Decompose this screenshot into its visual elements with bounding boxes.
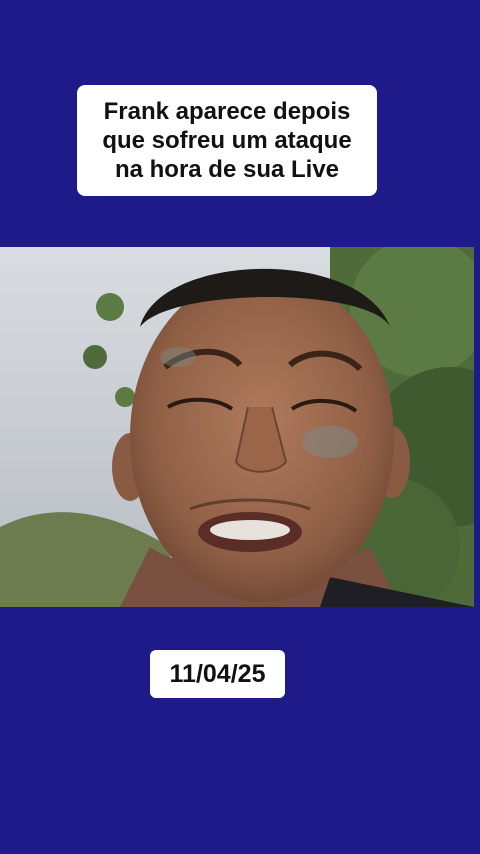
headline-line-2: que sofreu um ataque: [102, 127, 352, 154]
headline-line-3: na hora de sua Live: [114, 156, 340, 183]
headline-caption: Frank aparece depois que sofreu um ataqu…: [77, 85, 377, 196]
video-story-frame: Frank aparece depois que sofreu um ataqu…: [0, 0, 480, 854]
headline-line-1: Frank aparece depois: [103, 98, 351, 125]
video-frame[interactable]: [0, 247, 474, 607]
video-frame-image: [0, 247, 474, 607]
date-badge: 11/04/25: [150, 650, 285, 698]
